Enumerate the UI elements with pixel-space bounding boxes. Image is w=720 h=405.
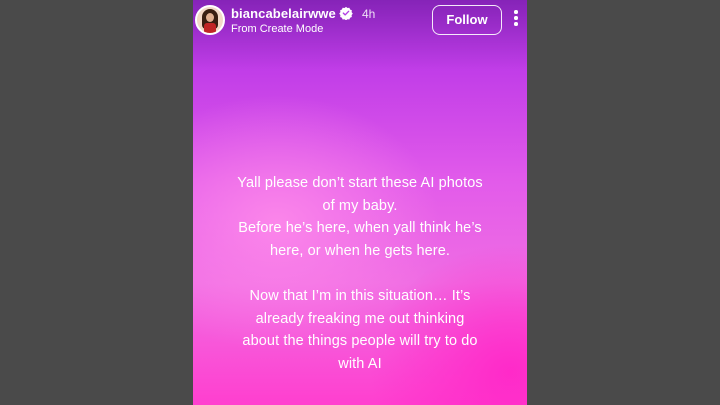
more-vertical-icon[interactable]: [510, 10, 522, 30]
more-dot: [514, 10, 518, 14]
avatar-face: [206, 13, 214, 22]
follow-button[interactable]: Follow: [432, 5, 502, 35]
story-text: Yall please don’t start these AI photos …: [207, 172, 513, 376]
more-dot: [514, 16, 518, 20]
avatar[interactable]: [195, 5, 225, 35]
story-paragraph-1: Yall please don’t start these AI photos …: [237, 175, 483, 260]
story-header: biancabelairwwe 4h From Create Mode Foll…: [193, 0, 527, 48]
left-background: [0, 0, 193, 405]
story-paragraph-2: Now that I’m in this situation… It’s alr…: [242, 287, 478, 372]
story-source-label: From Create Mode: [231, 23, 324, 35]
avatar-outfit: [204, 23, 216, 33]
more-dot: [514, 22, 518, 26]
right-background: [527, 0, 720, 405]
verified-badge-icon: [339, 6, 353, 20]
username[interactable]: biancabelairwwe: [231, 6, 336, 21]
post-time: 4h: [362, 7, 376, 21]
story-card[interactable]: biancabelairwwe 4h From Create Mode Foll…: [193, 0, 527, 405]
